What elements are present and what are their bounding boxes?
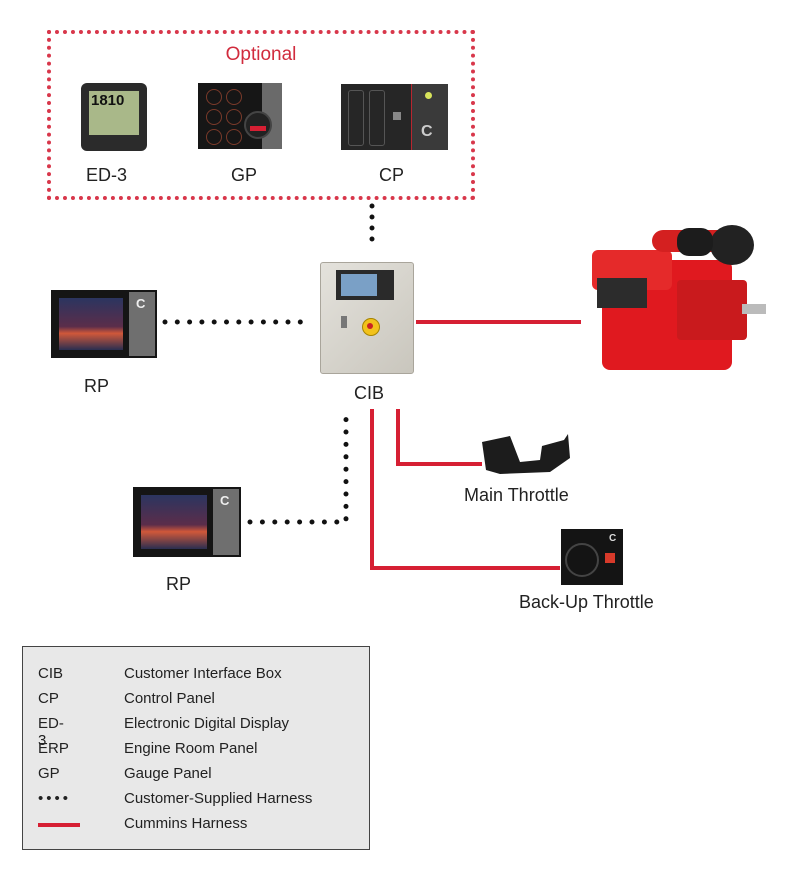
legend-desc: Cummins Harness — [124, 815, 248, 832]
optional-group-title: Optional — [225, 44, 297, 65]
harness-cib-main-throttle — [396, 409, 482, 466]
rp1-label: RP — [84, 376, 110, 396]
legend-desc: Control Panel — [124, 690, 215, 707]
legend-desc: Electronic Digital Display — [124, 715, 290, 732]
backup-throttle-button — [605, 553, 615, 563]
engine-air-filter — [710, 225, 754, 265]
cummins-logo-icon: C — [609, 533, 617, 544]
harness-rp2-cib — [247, 405, 349, 525]
ed3-readout: 1810 — [91, 92, 125, 109]
cp-button — [393, 112, 401, 120]
ed3-screen: 1810 — [89, 91, 139, 135]
engine-bracket — [742, 304, 766, 314]
legend-desc: Customer Interface Box — [124, 665, 282, 682]
engine-illustration — [592, 225, 766, 370]
backup-throttle-device: C — [561, 529, 623, 585]
gp-tach-indicator — [250, 126, 266, 131]
main-throttle-label: Main Throttle — [464, 485, 569, 505]
ed3-label: ED-3 — [86, 165, 128, 185]
gp-gauge — [206, 89, 222, 105]
legend-abbr: CIB — [38, 665, 64, 682]
main-throttle-device — [482, 434, 570, 474]
gp-gauge — [206, 129, 222, 145]
red-line-swatch-icon — [38, 823, 80, 827]
cib-emergency-stop-center — [367, 323, 373, 329]
remote-panel-1: C — [51, 290, 157, 358]
legend-desc: Engine Room Panel — [124, 740, 258, 757]
cummins-logo-icon: C — [421, 123, 433, 140]
cummins-logo-icon: C — [136, 296, 146, 311]
dotted-line-swatch-icon: •••• — [38, 790, 72, 807]
cp-switch — [348, 90, 364, 146]
gp-tachometer — [244, 111, 272, 139]
cib-switch — [341, 316, 347, 328]
cib-label: CIB — [354, 383, 385, 403]
cp-switch — [369, 90, 385, 146]
engine-heat-exchanger — [597, 278, 647, 308]
backup-throttle-dial — [565, 543, 599, 577]
gp-gauge — [226, 129, 242, 145]
rp-screen — [141, 495, 207, 549]
gp-gauge — [226, 89, 242, 105]
rp2-label: RP — [166, 574, 192, 594]
main-throttle-body — [482, 434, 570, 474]
cp-label: CP — [379, 165, 405, 185]
ed3-device: 1810 — [81, 83, 147, 151]
legend-abbr: ERP — [38, 740, 69, 757]
gp-gauge — [206, 109, 222, 125]
cummins-logo-icon: C — [220, 493, 230, 508]
engine-hose — [677, 228, 713, 256]
cp-indicator-light — [425, 92, 432, 99]
cib-screen-display — [341, 274, 377, 296]
legend-abbr: GP — [38, 765, 60, 782]
legend-desc: Customer-Supplied Harness — [124, 790, 313, 807]
gp-gauge — [226, 109, 242, 125]
gp-device — [198, 83, 282, 149]
legend: CIB Customer Interface Box CP Control Pa… — [22, 646, 370, 850]
engine-manifold — [677, 280, 747, 340]
rp-screen — [59, 298, 123, 350]
gp-label: GP — [231, 165, 258, 185]
legend-desc: Gauge Panel — [124, 765, 212, 782]
backup-throttle-label: Back-Up Throttle — [519, 592, 654, 612]
cp-device: C — [341, 84, 448, 150]
legend-abbr: CP — [38, 690, 59, 707]
remote-panel-2: C — [133, 487, 241, 557]
